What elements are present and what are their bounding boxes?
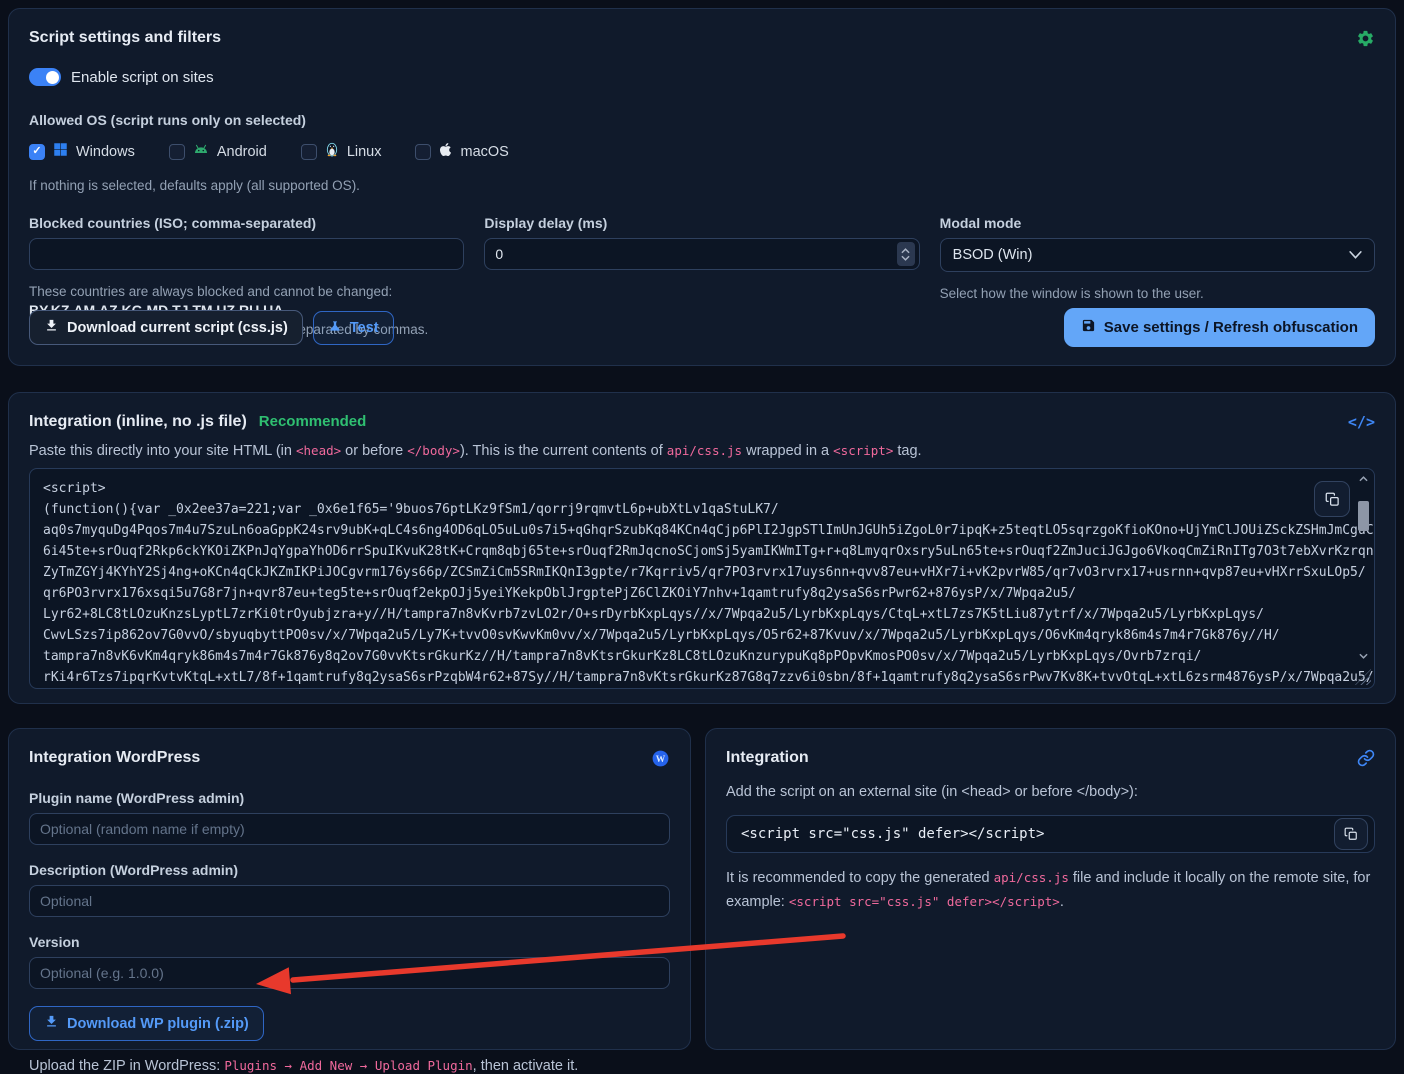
android-checkbox[interactable]: ✓ [168, 143, 185, 160]
description-label: Description (WordPress admin) [29, 862, 239, 878]
modal-mode-hint: Select how the window is shown to the us… [939, 286, 1204, 301]
obfuscated-script-textarea[interactable]: <script> (function(){var _0x2ee37a=221;v… [29, 468, 1375, 689]
macos-checkbox[interactable]: ✓ [415, 143, 432, 160]
body-tag-code: </body> [407, 443, 460, 458]
windows-icon [53, 142, 68, 162]
link-icon [1357, 749, 1375, 772]
page-title: Script settings and filters [29, 29, 222, 46]
script-src-example-code: <script src="css.js" defer></script> [788, 894, 1060, 909]
allowed-os-label: Allowed OS (script runs only on selected… [29, 112, 306, 128]
enable-script-label: Enable script on sites [71, 68, 214, 86]
wordpress-panel-title: Integration WordPress [29, 749, 201, 766]
os-option-linux[interactable]: ✓ Linux [300, 141, 381, 162]
external-panel-title: Integration [726, 749, 809, 766]
download-icon [44, 318, 59, 337]
blocked-hint-line1: These countries are always blocked and c… [29, 284, 393, 299]
script-tag-code: <script> [833, 443, 894, 458]
scroll-down-icon[interactable] [1359, 650, 1368, 662]
copy-snippet-button[interactable] [1334, 818, 1368, 850]
code-scrollbar[interactable] [1357, 473, 1370, 684]
script-settings-panel: Script settings and filters Enable scrip… [8, 8, 1396, 366]
modal-mode-select[interactable]: BSOD (Win) [939, 238, 1375, 272]
save-icon [1081, 318, 1096, 337]
svg-text:W: W [656, 755, 666, 765]
integration-inline-panel: Integration (inline, no .js file) Recomm… [8, 392, 1396, 704]
wp-upload-hint: Upload the ZIP in WordPress: Plugins → A… [29, 1058, 579, 1074]
wp-menu-path-code: Plugins → Add New → Upload Plugin [224, 1058, 473, 1073]
integration-external-panel: Integration Add the script on an externa… [705, 728, 1396, 1050]
test-button[interactable]: Test [312, 310, 394, 345]
external-snippet-box: <script src="css.js" defer></script> [726, 815, 1375, 853]
code-icon: </> [1347, 413, 1375, 431]
test-flask-icon [328, 319, 342, 337]
copy-script-button[interactable] [1314, 481, 1350, 517]
api-css-js-code: api/css.js [993, 870, 1069, 885]
blocked-countries-input[interactable] [29, 238, 465, 270]
head-tag-code: <head> [296, 443, 342, 458]
obfuscated-script-content: <script> (function(){var _0x2ee37a=221;v… [43, 481, 1375, 685]
plugin-name-label: Plugin name (WordPress admin) [29, 790, 245, 806]
external-snippet-code: <script src="css.js" defer></script> [741, 826, 1045, 842]
check-icon: ✓ [32, 145, 42, 157]
apple-icon [439, 142, 452, 162]
android-icon [193, 142, 209, 161]
download-icon [44, 1014, 59, 1033]
plugin-name-input[interactable] [29, 813, 670, 845]
os-option-android[interactable]: ✓ Android [168, 142, 267, 161]
api-css-js-code: api/css.js [666, 443, 743, 458]
chevron-down-icon [1349, 246, 1362, 264]
enable-script-toggle[interactable] [29, 68, 61, 86]
os-option-windows[interactable]: ✓ Windows [29, 142, 135, 162]
wordpress-icon: W [651, 749, 670, 773]
display-delay-input[interactable] [484, 238, 920, 270]
download-current-script-button[interactable]: Download current script (css.js) [29, 310, 303, 345]
number-spinner[interactable] [896, 242, 915, 266]
inline-intro-text: Paste this directly into your site HTML … [29, 443, 922, 459]
download-wp-plugin-button[interactable]: Download WP plugin (.zip) [29, 1006, 264, 1041]
linux-tux-icon [325, 141, 339, 162]
version-label: Version [29, 934, 80, 950]
integration-wordpress-panel: Integration WordPress W Plugin name (Wor… [8, 728, 691, 1074]
version-input[interactable] [29, 957, 670, 989]
recommended-badge: Recommended [258, 413, 367, 430]
os-option-macos[interactable]: ✓ macOS [415, 142, 509, 162]
external-intro-text: Add the script on an external site (in <… [726, 784, 1138, 800]
save-settings-button[interactable]: Save settings / Refresh obfuscation [1063, 308, 1375, 347]
description-input[interactable] [29, 885, 670, 917]
gear-icon [1356, 29, 1375, 53]
inline-panel-title: Integration (inline, no .js file) Recomm… [29, 413, 367, 430]
external-note-text: It is recommended to copy the generated … [726, 870, 1371, 910]
scroll-up-icon[interactable] [1359, 473, 1368, 485]
scrollbar-thumb[interactable] [1358, 501, 1369, 531]
os-default-note: If nothing is selected, defaults apply (… [29, 178, 360, 193]
windows-checkbox[interactable]: ✓ [29, 143, 45, 160]
linux-checkbox[interactable]: ✓ [300, 143, 317, 160]
